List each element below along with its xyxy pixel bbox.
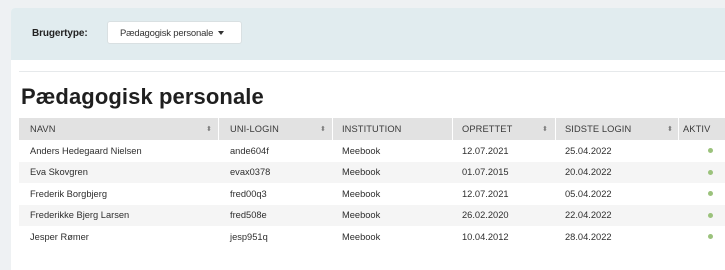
user-type-filter-bar: Brugertype: Pædagogisk personale — [11, 8, 725, 60]
cell-name: Frederikke Bjerg Larsen — [30, 210, 130, 221]
cell-name: Frederik Borgbjerg — [30, 188, 107, 199]
column-header-institution[interactable]: INSTITUTION — [342, 118, 401, 140]
cell-uni-login: jesp951q — [230, 231, 268, 242]
cell-uni-login: ande604f — [230, 145, 269, 156]
active-status-dot — [708, 169, 713, 175]
cell-last-login: 28.04.2022 — [565, 231, 612, 242]
cell-uni-login: evax0378 — [230, 167, 271, 178]
column-header-uni-login[interactable]: UNI-LOGIN — [230, 118, 279, 140]
cell-institution: Meebook — [342, 167, 381, 178]
user-type-select[interactable]: Pædagogisk personale — [107, 21, 242, 44]
column-divider — [332, 118, 333, 140]
main-panel: Brugertype: Pædagogisk personale Pædagog… — [11, 8, 725, 270]
sort-icon[interactable]: ⬍ — [667, 118, 673, 140]
cell-uni-login: fred00q3 — [230, 188, 267, 199]
column-header-created[interactable]: OPRETTET — [462, 118, 512, 140]
sort-icon[interactable]: ⬍ — [320, 118, 326, 140]
caret-down-icon — [218, 31, 224, 35]
cell-created: 10.04.2012 — [462, 231, 509, 242]
cell-last-login: 22.04.2022 — [565, 210, 612, 221]
table-row[interactable]: Anders Hedegaard Nielsen ande604f Meeboo… — [19, 140, 725, 162]
cell-institution: Meebook — [342, 231, 381, 242]
cell-institution: Meebook — [342, 145, 381, 156]
page-title: Pædagogisk personale — [21, 84, 264, 109]
cell-name: Eva Skovgren — [30, 167, 88, 178]
table-row[interactable]: Frederikke Bjerg Larsen fred508e Meebook… — [19, 204, 725, 226]
column-header-active[interactable]: AKTIV — [683, 118, 710, 140]
cell-created: 26.02.2020 — [462, 210, 509, 221]
active-status-dot — [708, 234, 713, 239]
cell-created: 12.07.2021 — [462, 188, 509, 199]
cell-last-login: 20.04.2022 — [565, 167, 612, 178]
table-header-row: NAVN ⬍ UNI-LOGIN ⬍ INSTITUTION OPRETTET … — [19, 118, 725, 140]
column-divider — [555, 118, 556, 140]
cell-created: 01.07.2015 — [462, 167, 509, 178]
user-type-selected-value: Pædagogisk personale — [120, 28, 214, 39]
sort-icon[interactable]: ⬍ — [206, 118, 212, 140]
cell-institution: Meebook — [342, 188, 381, 199]
staff-table: NAVN ⬍ UNI-LOGIN ⬍ INSTITUTION OPRETTET … — [19, 118, 725, 248]
cell-last-login: 25.04.2022 — [565, 145, 612, 156]
cell-institution: Meebook — [342, 210, 381, 221]
cell-name: Anders Hedegaard Nielsen — [30, 145, 142, 156]
column-divider — [678, 118, 679, 140]
column-header-name[interactable]: NAVN — [30, 118, 56, 140]
cell-name: Jesper Rømer — [30, 231, 89, 242]
active-status-dot — [708, 191, 713, 196]
column-divider — [452, 118, 453, 140]
active-status-dot — [708, 148, 713, 153]
table-row[interactable]: Frederik Borgbjerg fred00q3 Meebook 12.0… — [19, 183, 725, 205]
divider — [19, 71, 725, 72]
cell-created: 12.07.2021 — [462, 145, 509, 156]
column-header-last-login[interactable]: SIDSTE LOGIN — [565, 118, 631, 140]
column-divider — [218, 118, 219, 140]
sort-icon[interactable]: ⬍ — [542, 118, 548, 140]
user-type-label: Brugertype: — [32, 28, 88, 39]
cell-uni-login: fred508e — [230, 210, 267, 221]
table-row[interactable]: Jesper Rømer jesp951q Meebook 10.04.2012… — [19, 226, 725, 248]
active-status-dot — [708, 212, 713, 218]
cell-last-login: 05.04.2022 — [565, 188, 612, 199]
table-row[interactable]: Eva Skovgren evax0378 Meebook 01.07.2015… — [19, 161, 725, 183]
